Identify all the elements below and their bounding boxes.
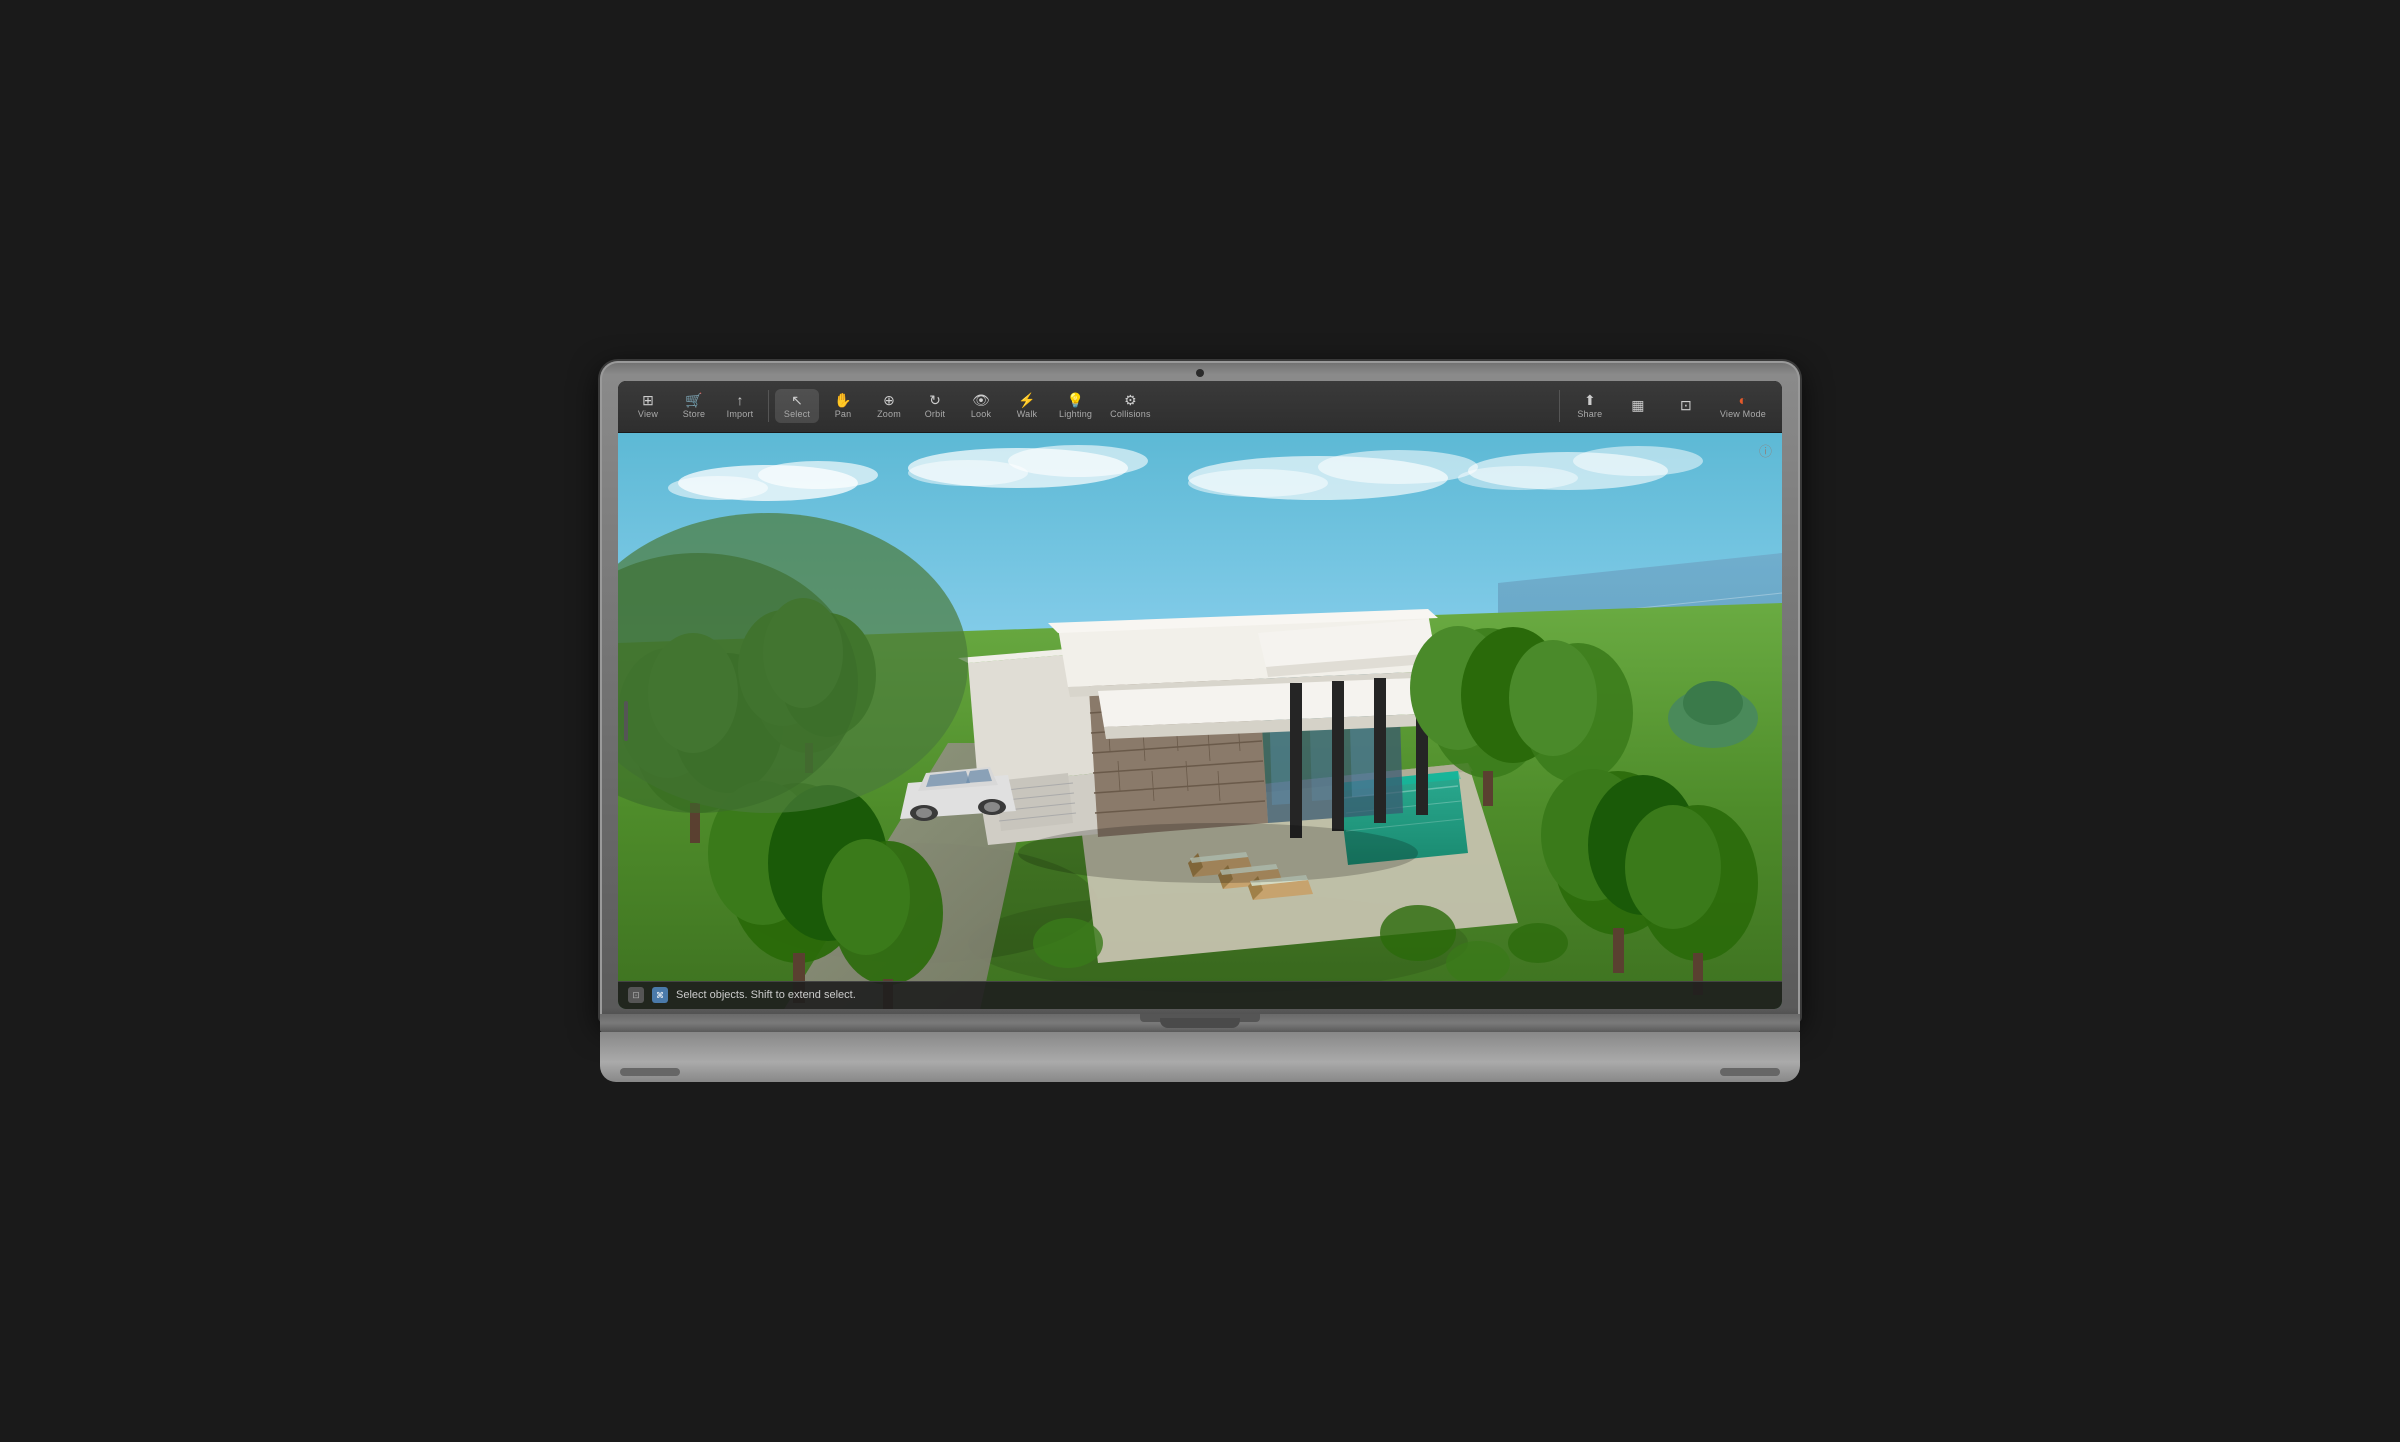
camera bbox=[1196, 369, 1204, 377]
walk-label: Walk bbox=[1017, 409, 1037, 419]
zoom-label: Zoom bbox=[877, 409, 901, 419]
status-mode-icon: ⊡ bbox=[628, 987, 644, 1003]
tool-zoom[interactable]: ⊕ Zoom bbox=[867, 389, 911, 423]
app-window: ⊞ View 🛒 Store ↑ Import ↖ Select ✋ Pan ⊕ Zoom ↻ Orbit… bbox=[618, 381, 1782, 1009]
tool-import[interactable]: ↑ Import bbox=[718, 389, 762, 423]
toolbar: ⊞ View 🛒 Store ↑ Import ↖ Select ✋ Pan ⊕ Zoom ↻ Orbit… bbox=[618, 381, 1782, 433]
laptop-base bbox=[600, 1014, 1800, 1082]
tool-share[interactable]: ⬆ Share bbox=[1568, 389, 1612, 423]
laptop-lid: ⊞ View 🛒 Store ↑ Import ↖ Select ✋ Pan ⊕ Zoom ↻ Orbit… bbox=[600, 361, 1800, 1021]
share-label: Share bbox=[1577, 409, 1602, 419]
toolbar-separator-1 bbox=[768, 390, 769, 422]
walk-icon: ⚡ bbox=[1018, 393, 1035, 407]
tool-lighting[interactable]: 💡 Lighting bbox=[1051, 389, 1100, 423]
orbit-label: Orbit bbox=[925, 409, 946, 419]
laptop-hinge bbox=[1140, 1014, 1260, 1022]
select-icon: ↖ bbox=[791, 393, 803, 407]
lighting-label: Lighting bbox=[1059, 409, 1092, 419]
tool-view[interactable]: ⊞ View bbox=[626, 389, 670, 423]
store-icon: 🛒 bbox=[685, 393, 702, 407]
store-label: Store bbox=[683, 409, 706, 419]
tool-collisions[interactable]: ⚙ Collisions bbox=[1102, 389, 1159, 423]
select-label: Select bbox=[784, 409, 810, 419]
laptop-frame: ⊞ View 🛒 Store ↑ Import ↖ Select ✋ Pan ⊕ Zoom ↻ Orbit… bbox=[600, 361, 1800, 1082]
scene-container bbox=[618, 433, 1782, 1009]
tool-select[interactable]: ↖ Select bbox=[775, 389, 819, 423]
zoom-icon: ⊕ bbox=[883, 393, 895, 407]
sidebar-handle[interactable] bbox=[624, 701, 628, 741]
lighting-icon: 💡 bbox=[1067, 393, 1084, 407]
laptop-bottom bbox=[600, 1032, 1800, 1082]
import-icon: ↑ bbox=[737, 393, 744, 407]
floor_plan-icon: ▦ bbox=[1631, 398, 1644, 412]
status-message: Select objects. Shift to extend select. bbox=[676, 989, 856, 1001]
look-icon: 👁 bbox=[972, 393, 990, 407]
status-bar: ⊡ ⌘ Select objects. Shift to extend sele… bbox=[618, 981, 1782, 1009]
pan-label: Pan bbox=[835, 409, 852, 419]
3d-scene-svg bbox=[618, 433, 1782, 1009]
toolbar-right: ⬆ Share ▦ ⊡ ◐ View Mode bbox=[1555, 381, 1774, 432]
laptop-foot-right bbox=[1720, 1068, 1780, 1076]
tool-walk[interactable]: ⚡ Walk bbox=[1005, 389, 1049, 423]
tool-floor_plan[interactable]: ▦ bbox=[1616, 394, 1660, 418]
info-icon[interactable]: ⓘ bbox=[1759, 441, 1772, 460]
toolbar-separator-right bbox=[1559, 390, 1560, 422]
look-label: Look bbox=[971, 409, 991, 419]
laptop-hinge-area bbox=[600, 1014, 1800, 1032]
status-shortcut-icon: ⌘ bbox=[652, 987, 668, 1003]
laptop-foot-left bbox=[620, 1068, 680, 1076]
tool-pan[interactable]: ✋ Pan bbox=[821, 389, 865, 423]
share-icon: ⬆ bbox=[1584, 393, 1596, 407]
tool-views[interactable]: ⊡ bbox=[1664, 394, 1708, 418]
collisions-label: Collisions bbox=[1110, 409, 1151, 419]
tool-store[interactable]: 🛒 Store bbox=[672, 389, 716, 423]
tool-orbit[interactable]: ↻ Orbit bbox=[913, 389, 957, 423]
tool-look[interactable]: 👁 Look bbox=[959, 389, 1003, 423]
views-icon: ⊡ bbox=[1680, 398, 1692, 412]
toolbar-left: ⊞ View 🛒 Store ↑ Import ↖ Select ✋ Pan ⊕ Zoom ↻ Orbit… bbox=[626, 389, 1159, 423]
view-icon: ⊞ bbox=[642, 393, 654, 407]
import-label: Import bbox=[727, 409, 754, 419]
view_mode-icon: ◐ bbox=[1739, 393, 1747, 407]
view-label: View bbox=[638, 409, 658, 419]
pan-icon: ✋ bbox=[834, 393, 851, 407]
viewport[interactable]: ⓘ ⊡ ⌘ Select objects. Shift to extend se… bbox=[618, 433, 1782, 1009]
tool-view_mode[interactable]: ◐ View Mode bbox=[1712, 389, 1774, 423]
collisions-icon: ⚙ bbox=[1124, 393, 1137, 407]
view_mode-label: View Mode bbox=[1720, 409, 1766, 419]
orbit-icon: ↻ bbox=[929, 393, 941, 407]
screen-bezel: ⊞ View 🛒 Store ↑ Import ↖ Select ✋ Pan ⊕ Zoom ↻ Orbit… bbox=[618, 381, 1782, 1009]
